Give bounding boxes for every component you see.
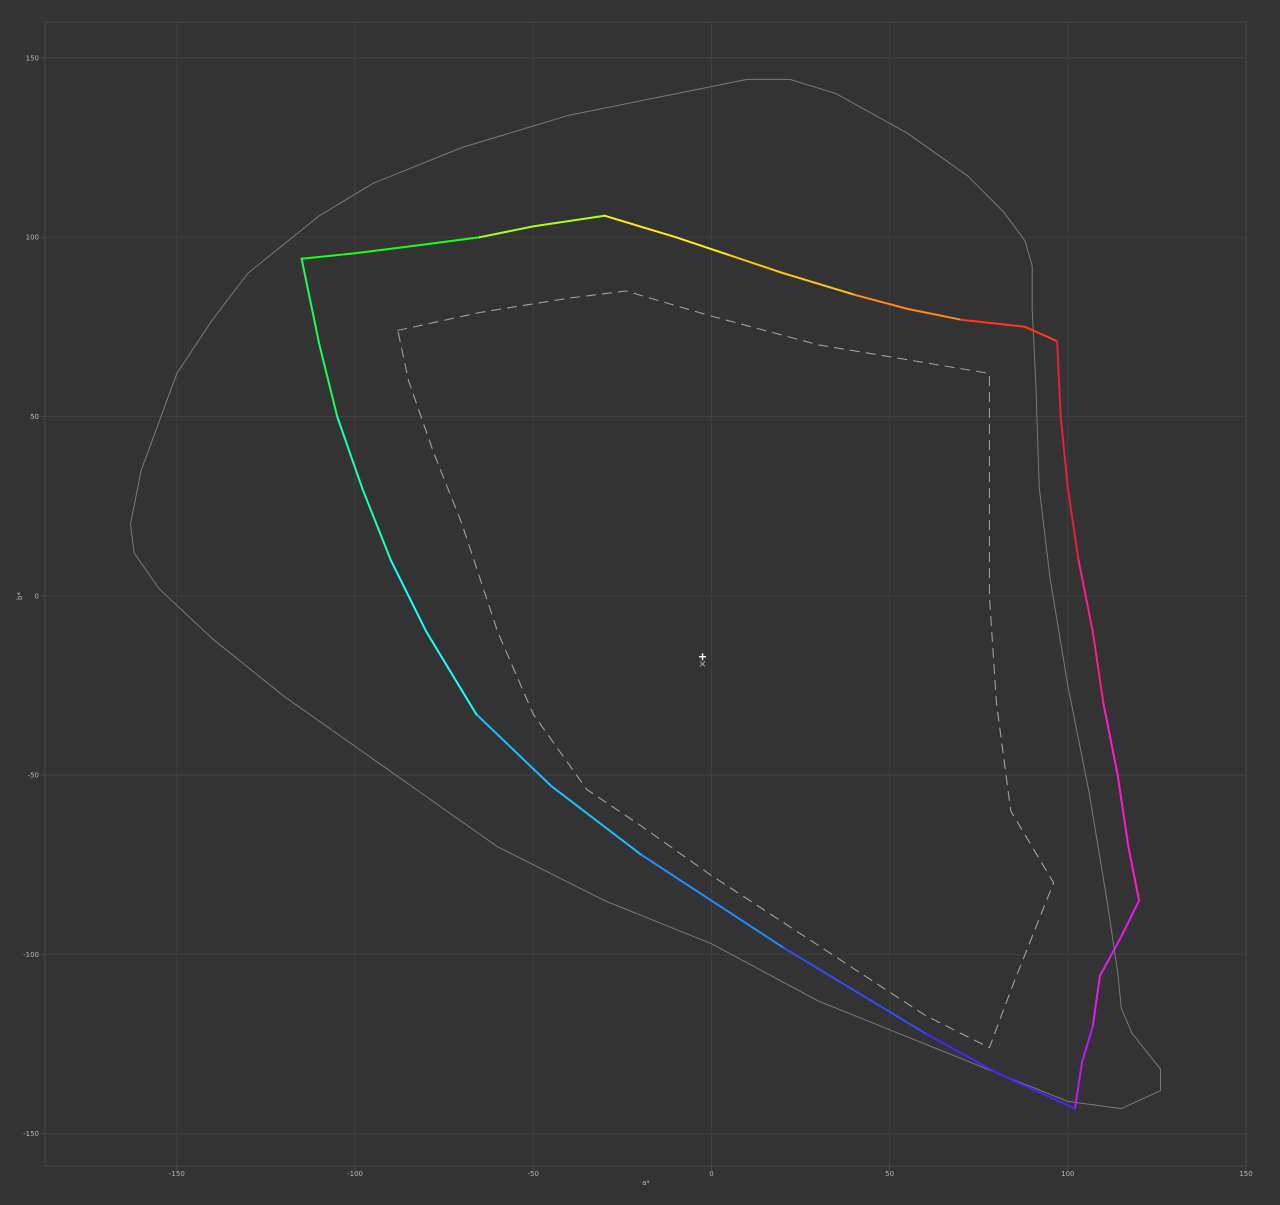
y-tick-label: 50 bbox=[30, 413, 39, 421]
x-tick-label: -50 bbox=[528, 1170, 539, 1178]
x-tick-label: -100 bbox=[347, 1170, 363, 1178]
y-tick-label: 100 bbox=[26, 234, 39, 242]
y-tick-label: -50 bbox=[28, 772, 39, 780]
y-tick-label: -150 bbox=[23, 1130, 39, 1138]
y-tick-label: -100 bbox=[23, 951, 39, 959]
x-tick-label: 0 bbox=[709, 1170, 713, 1178]
x-tick-label: 50 bbox=[885, 1170, 894, 1178]
y-tick-label: 0 bbox=[35, 592, 39, 600]
gamut-chart: -150 -100 -50 0 50 100 150 -150 -100 -50 0 50 100 150… bbox=[0, 0, 1280, 1205]
x-axis-label: a* bbox=[642, 1179, 650, 1187]
y-tick-label: 150 bbox=[26, 54, 39, 62]
x-tick-label: -150 bbox=[169, 1170, 185, 1178]
x-tick-label: 100 bbox=[1061, 1170, 1074, 1178]
x-tick-label: 150 bbox=[1239, 1170, 1252, 1178]
y-axis-label: b* bbox=[16, 592, 24, 600]
